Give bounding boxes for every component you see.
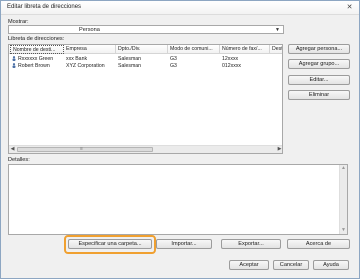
horizontal-scrollbar[interactable]: ◀ ≡ ▶ bbox=[9, 145, 282, 153]
address-book-label: Libreta de direcciones: bbox=[8, 36, 65, 42]
about-button[interactable]: Acerca de bbox=[287, 239, 350, 249]
import-button[interactable]: Importar... bbox=[156, 239, 212, 249]
scroll-right-icon[interactable]: ▶ bbox=[276, 146, 282, 153]
edit-button[interactable]: Editar... bbox=[288, 75, 350, 85]
export-button[interactable]: Exportar... bbox=[221, 239, 281, 249]
show-select[interactable]: Persona ▼ bbox=[8, 25, 284, 34]
person-icon bbox=[12, 56, 16, 61]
show-select-value: Persona bbox=[79, 27, 100, 33]
close-icon[interactable]: ✕ bbox=[344, 3, 355, 12]
row-name: Rxxxxxx Green bbox=[18, 56, 54, 62]
details-label: Detalles: bbox=[8, 157, 30, 163]
grip-icon: ≡ bbox=[80, 146, 83, 152]
person-icon bbox=[12, 63, 16, 68]
scroll-left-icon[interactable]: ◀ bbox=[9, 146, 16, 153]
delete-button[interactable]: Eliminar bbox=[288, 90, 350, 100]
row-number: 12xxxx bbox=[222, 56, 239, 62]
row-dept: Salesman bbox=[118, 56, 142, 62]
scrollbar-thumb[interactable]: ≡ bbox=[17, 146, 153, 152]
vertical-scrollbar[interactable]: ▲ ▼ bbox=[339, 165, 347, 234]
window-title: Editar libreta de direcciones bbox=[7, 4, 82, 10]
row-company: XYZ Corporation bbox=[66, 63, 105, 69]
column-header-company[interactable]: Empresa bbox=[64, 45, 116, 54]
row-dept: Salesman bbox=[118, 63, 142, 69]
address-book-list[interactable]: Nombre de desti... Empresa Dpto./Div. Mo… bbox=[8, 44, 283, 154]
cancel-button[interactable]: Cancelar bbox=[273, 260, 309, 270]
specify-folder-button[interactable]: Especificar una carpeta... bbox=[68, 239, 152, 249]
row-number: 012xxxx bbox=[222, 63, 242, 69]
add-person-button[interactable]: Agregar persona... bbox=[288, 44, 350, 54]
scroll-down-icon[interactable]: ▼ bbox=[340, 227, 347, 234]
row-mode: G3 bbox=[170, 56, 177, 62]
column-header-destination[interactable]: Desti bbox=[270, 45, 282, 54]
row-name-cell: Robert Brown bbox=[10, 63, 64, 70]
row-name-cell: Rxxxxxx Green bbox=[10, 56, 64, 63]
column-header-mode[interactable]: Modo de comuni... bbox=[168, 45, 220, 54]
row-company: xxx Bank bbox=[66, 56, 88, 62]
chevron-down-icon[interactable]: ▼ bbox=[274, 27, 281, 33]
column-header-number[interactable]: Número de fax/... bbox=[220, 45, 270, 54]
help-button[interactable]: Ayuda bbox=[313, 260, 349, 270]
table-row[interactable]: Rxxxxxx Green xxx Bank Salesman G3 12xxx… bbox=[9, 56, 282, 63]
edit-address-book-dialog: Editar libreta de direcciones ✕ Mostrar:… bbox=[0, 0, 360, 279]
scroll-up-icon[interactable]: ▲ bbox=[340, 165, 347, 172]
add-group-button[interactable]: Agregar grupo... bbox=[288, 59, 350, 69]
row-mode: G3 bbox=[170, 63, 177, 69]
column-header-dept[interactable]: Dpto./Div. bbox=[116, 45, 168, 54]
title-bar: Editar libreta de direcciones ✕ bbox=[1, 1, 359, 15]
details-panel: ▲ ▼ bbox=[8, 164, 348, 235]
accept-button[interactable]: Aceptar bbox=[229, 260, 269, 270]
row-name: Robert Brown bbox=[18, 63, 50, 69]
list-header: Nombre de desti... Empresa Dpto./Div. Mo… bbox=[9, 45, 282, 54]
column-header-name[interactable]: Nombre de desti... bbox=[10, 45, 64, 54]
table-row[interactable]: Robert Brown XYZ Corporation Salesman G3… bbox=[9, 63, 282, 70]
